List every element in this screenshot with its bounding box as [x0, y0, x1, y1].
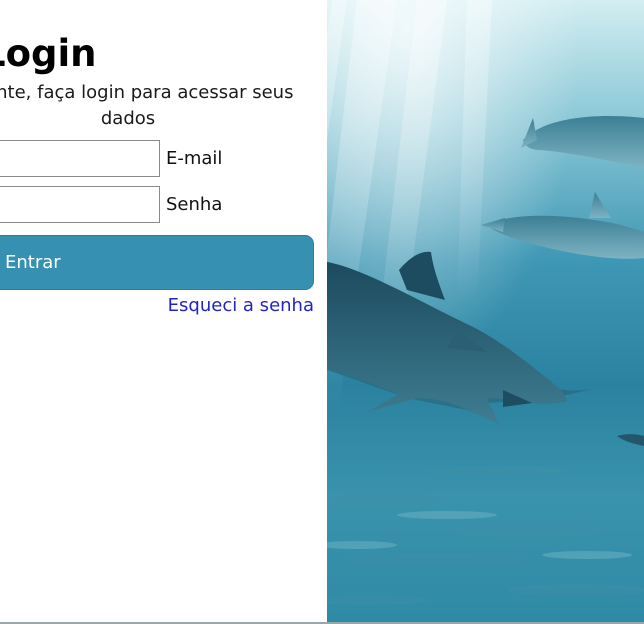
- login-page: Login Cliente, faça login para acessar s…: [0, 0, 644, 624]
- login-subtitle: Cliente, faça login para acessar seus da…: [0, 82, 294, 129]
- email-field[interactable]: [0, 139, 160, 177]
- password-label: Senha: [166, 193, 223, 215]
- password-row: Senha: [0, 185, 222, 223]
- login-button[interactable]: Entrar: [0, 235, 314, 290]
- email-row: E-mail: [0, 139, 222, 177]
- dolphins-photo: [327, 0, 644, 622]
- page-title: Login: [0, 32, 97, 75]
- email-label: E-mail: [166, 147, 223, 169]
- forgot-password-link[interactable]: Esqueci a senha: [168, 294, 314, 318]
- login-panel: Login Cliente, faça login para acessar s…: [0, 0, 327, 624]
- password-field[interactable]: [0, 185, 160, 223]
